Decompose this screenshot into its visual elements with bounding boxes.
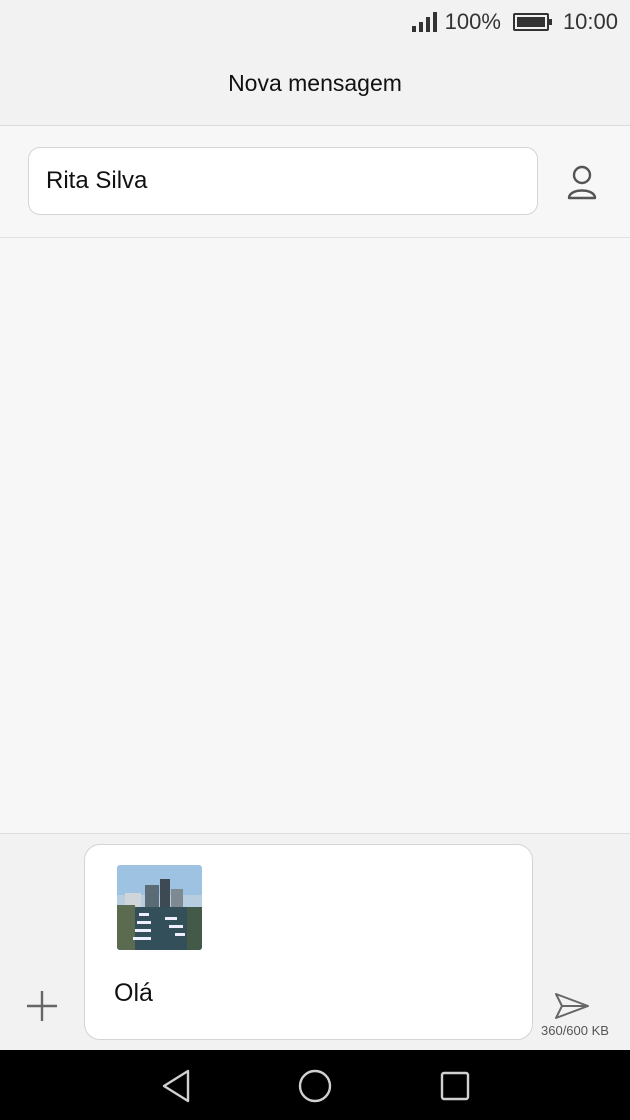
home-circle-icon [298,1069,332,1103]
home-button[interactable] [295,1066,335,1106]
message-text: Olá [114,979,153,1007]
status-bar: 100% 10:00 [0,0,630,44]
recents-button[interactable] [435,1066,475,1106]
attach-button[interactable] [20,984,64,1028]
message-compose-field[interactable]: Olá [84,844,533,1040]
send-icon [555,993,589,1019]
message-thread [0,239,630,833]
recipient-value: Rita Silva [46,167,148,194]
battery-percent: 100% [444,9,501,34]
clock: 10:00 [562,9,618,34]
header: Nova mensagem [0,44,630,126]
page-title: Nova mensagem [228,70,402,96]
person-icon [567,165,597,200]
battery-icon [512,13,552,31]
composer-bar: Olá 360/600 KB [0,833,630,1050]
attachment-thumbnail[interactable] [117,865,202,950]
navigation-bar [0,1050,630,1120]
recents-square-icon [440,1071,470,1101]
send-button[interactable] [552,990,592,1022]
harbor-photo [117,865,202,950]
recipient-input[interactable]: Rita Silva [28,147,538,215]
signal-icon [411,12,437,32]
contact-picker-button[interactable] [556,157,608,209]
back-button[interactable] [156,1066,196,1106]
recipient-bar: Rita Silva [0,126,630,238]
plus-icon [27,991,57,1021]
back-triangle-icon [162,1069,190,1103]
message-size-label: 360/600 KB [541,1023,609,1038]
